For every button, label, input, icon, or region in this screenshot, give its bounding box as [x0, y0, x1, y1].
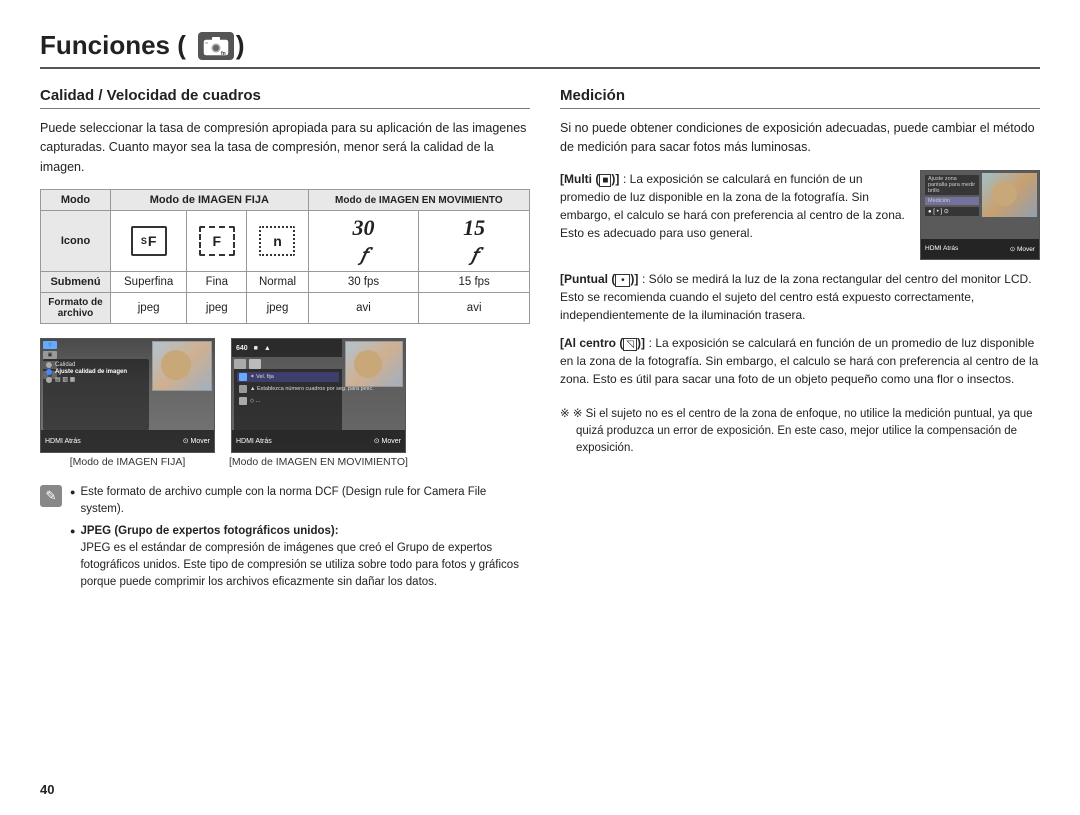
- icon-superfina: SF: [111, 211, 187, 272]
- screenshot-item-fija: ☆ ▣ ▤ ▥ Calidad: [40, 338, 215, 468]
- icon-15fps: 15𝑓: [419, 211, 530, 272]
- note-item-1: Este formato de archivo cumple con la no…: [70, 484, 530, 519]
- screenshot-fija-label: [Modo de IMAGEN FIJA]: [70, 456, 186, 468]
- svg-text:fn: fn: [221, 51, 226, 57]
- medicion-intro: Si no puede obtener condiciones de expos…: [560, 119, 1040, 158]
- medicion-item-multi: [Multi (■)] : La exposición se calculará…: [560, 170, 1040, 260]
- note-item-2: JPEG (Grupo de expertos fotográficos uni…: [70, 523, 530, 592]
- left-intro-text: Puede seleccionar la tasa de compresión …: [40, 119, 530, 177]
- warning-text-content: ※ Si el sujeto no es el centro de la zon…: [573, 408, 1033, 455]
- right-column: Medición Si no puede obtener condiciones…: [560, 87, 1040, 785]
- icon-normal: n: [247, 211, 308, 272]
- medicion-alcentro-label2: )]: [637, 336, 645, 350]
- screenshot-fija: ☆ ▣ ▤ ▥ Calidad: [40, 338, 215, 453]
- table-cell-formato2: jpeg: [187, 293, 247, 324]
- note-text-block: Este formato de archivo cumple con la no…: [70, 484, 530, 596]
- table-row-header-icono: Icono: [41, 211, 111, 272]
- table-header-imagen-fija: Modo de IMAGEN FIJA: [111, 190, 309, 211]
- table-header-modo: Modo: [41, 190, 111, 211]
- page-number: 40: [40, 782, 54, 797]
- table-row-header-formato: Formato de archivo: [41, 293, 111, 324]
- table-cell-formato1: jpeg: [111, 293, 187, 324]
- medicion-puntual-label2: )]: [630, 272, 638, 286]
- medicion-puntual-symbol: •: [615, 274, 630, 287]
- medicion-multi-symbol: ■: [599, 174, 611, 187]
- medicion-warning: ※ ※ Si el sujeto no es el centro de la z…: [560, 406, 1040, 458]
- medicion-items: [Multi (■)] : La exposición se calculará…: [560, 170, 1040, 388]
- two-col-layout: Calidad / Velocidad de cuadros Puede sel…: [40, 87, 1040, 785]
- table-cell-15fps: 15 fps: [419, 272, 530, 293]
- page-title: Funciones (: [40, 30, 186, 61]
- table-cell-formato4: avi: [308, 293, 419, 324]
- medicion-multi-screenshot: Ajuste zona pantalla para medir brillo M…: [920, 170, 1040, 260]
- page-title-close: ): [236, 30, 245, 61]
- screenshot-item-movimiento: 640 ■ ▲: [229, 338, 408, 468]
- screenshot-movimiento-label: [Modo de IMAGEN EN MOVIMIENTO]: [229, 456, 408, 468]
- table-cell-formato3: jpeg: [247, 293, 308, 324]
- camera-mode-icon: fn: [198, 32, 234, 60]
- table-cell-superfina: Superfina: [111, 272, 187, 293]
- note-icon: ✎: [40, 485, 62, 507]
- table-cell-formato5: avi: [419, 293, 530, 324]
- table-header-movimiento: Modo de IMAGEN EN MOVIMIENTO: [308, 190, 529, 211]
- table-cell-30fps: 30 fps: [308, 272, 419, 293]
- medicion-item-puntual: [Puntual ( • )] : Sólo se medirá la luz …: [560, 270, 1040, 324]
- table-row-header-submenu: Submenú: [41, 272, 111, 293]
- icon-30fps: 30𝑓: [308, 211, 419, 272]
- medicion-puntual-label: [Puntual (: [560, 272, 615, 286]
- left-column: Calidad / Velocidad de cuadros Puede sel…: [40, 87, 530, 785]
- right-section-heading: Medición: [560, 87, 1040, 109]
- table-cell-normal: Normal: [247, 272, 308, 293]
- table-cell-fina: Fina: [187, 272, 247, 293]
- screenshot-movimiento: 640 ■ ▲: [231, 338, 406, 453]
- medicion-multi-label2: )]: [611, 172, 619, 186]
- medicion-multi-label: [Multi (: [560, 172, 599, 186]
- medicion-alcentro-label: [Al centro (: [560, 336, 623, 350]
- left-section-heading: Calidad / Velocidad de cuadros: [40, 87, 530, 109]
- quality-table: Modo Modo de IMAGEN FIJA Modo de IMAGEN …: [40, 189, 530, 324]
- medicion-alcentro-symbol: ◹: [623, 338, 637, 351]
- medicion-item-alcentro: [Al centro (◹)] : La exposición se calcu…: [560, 334, 1040, 388]
- icon-fina: F: [187, 211, 247, 272]
- note-section: ✎ Este formato de archivo cumple con la …: [40, 484, 530, 596]
- page-title-row: Funciones ( fn ): [40, 30, 1040, 69]
- page-container: Funciones ( fn ) Calidad / Velocidad de …: [0, 0, 1080, 815]
- screenshots-row: ☆ ▣ ▤ ▥ Calidad: [40, 338, 530, 468]
